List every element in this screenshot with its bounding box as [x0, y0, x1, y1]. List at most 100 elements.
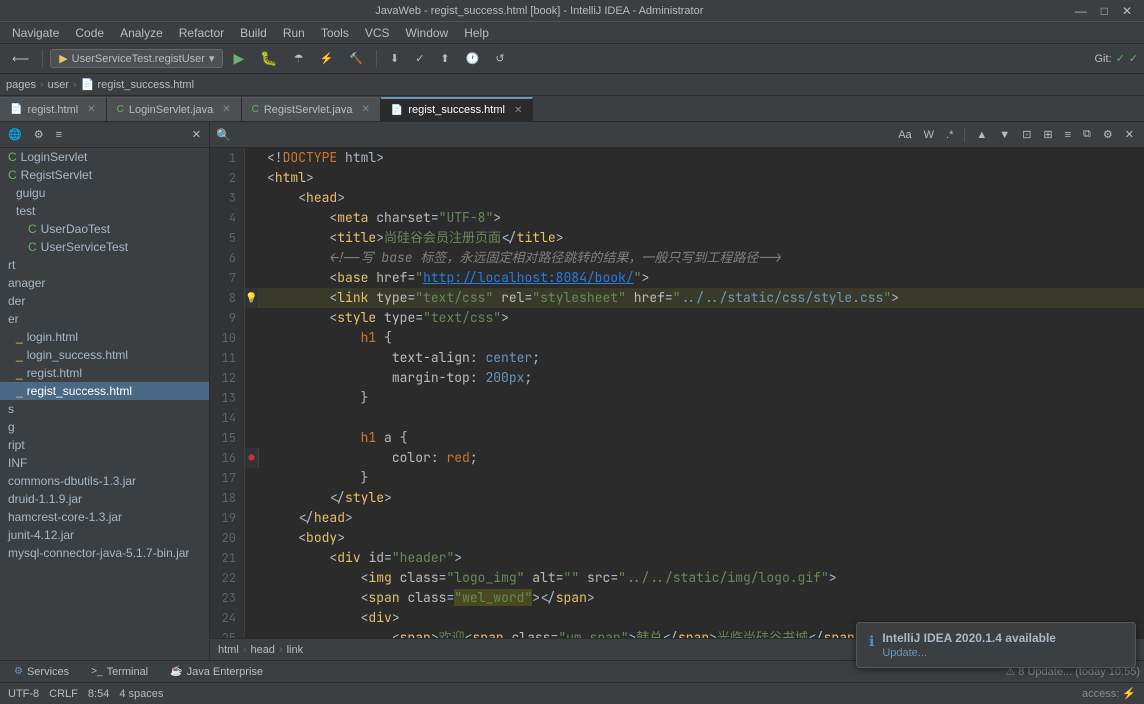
sidebar-settings-btn[interactable]: ⚙ [30, 126, 48, 143]
notification-title: IntelliJ IDEA 2020.1.4 available [882, 631, 1123, 645]
bc-html[interactable]: html [218, 644, 239, 656]
line-num-12: 12 [210, 368, 245, 388]
menu-item-window[interactable]: Window [398, 24, 457, 42]
debug-btn[interactable]: 🐛 [254, 48, 283, 69]
history-btn[interactable]: 🕐 [460, 50, 486, 67]
sidebar-collapse-btn[interactable]: ≡ [52, 127, 66, 143]
sidebar-item-jar1[interactable]: commons-dbutils-1.3.jar [0, 472, 209, 490]
line-code-10: h1 { [259, 328, 1144, 348]
line-code-2: <html> [259, 168, 1144, 188]
menu-item-run[interactable]: Run [275, 24, 313, 42]
sidebar-close-btn[interactable]: ✕ [188, 126, 205, 143]
sidebar-item-inf[interactable]: INF [0, 454, 209, 472]
revert-btn[interactable]: ↺ [489, 50, 510, 67]
sidebar-item-er[interactable]: er [0, 310, 209, 328]
sidebar-item-userdaotest[interactable]: C UserDaoTest [0, 220, 209, 238]
tab-close-regist[interactable]: ✕ [87, 104, 95, 115]
next-btn[interactable]: ▼ [995, 128, 1014, 142]
close-search-btn[interactable]: ✕ [1121, 127, 1138, 142]
menu-item-code[interactable]: Code [67, 24, 112, 42]
filter1-btn[interactable]: ⊡ [1018, 127, 1035, 142]
aa-btn[interactable]: Aa [894, 128, 915, 142]
sidebar-item-login[interactable]: _ login.html [0, 328, 209, 346]
prev-btn[interactable]: ▲ [972, 128, 991, 142]
menu-item-analyze[interactable]: Analyze [112, 24, 171, 42]
menu-item-navigate[interactable]: Navigate [4, 24, 67, 42]
build-btn[interactable]: 🔨 [343, 50, 369, 67]
vcs-commit-btn[interactable]: ✓ [409, 50, 430, 67]
code-area[interactable]: 1 <!DOCTYPE html> 2 <html> 3 <head> 4 [210, 148, 1144, 638]
run-config-dropdown[interactable]: ▶ UserServiceTest.registUser ▾ [50, 49, 223, 68]
sidebar-item-rt[interactable]: rt [0, 256, 209, 274]
line-num-15: 15 [210, 428, 245, 448]
sidebar-item-loginservlet[interactable]: C LoginServlet [0, 148, 209, 166]
services-icon: ⚙ [14, 666, 23, 677]
tab-close-regist-success[interactable]: ✕ [514, 105, 522, 116]
sidebar-item-jar2[interactable]: druid-1.1.9.jar [0, 490, 209, 508]
sidebar-item-guigu[interactable]: guigu [0, 184, 209, 202]
filter4-btn[interactable]: ⧉ [1079, 127, 1095, 142]
line-code-6: <!--写 base 标签，永远固定相对路径跳转的结果，一般只写到工程路径--> [259, 248, 1144, 268]
filter2-btn[interactable]: ⊞ [1039, 127, 1056, 142]
run-btn[interactable]: ▶ [227, 48, 250, 69]
sidebar-item-userservicetest[interactable]: C UserServiceTest [0, 238, 209, 256]
bottom-tab-javaee[interactable]: ☕ Java Enterprise [160, 664, 273, 680]
nav-sep-2: › [73, 79, 77, 91]
sidebar-item-jar5[interactable]: mysql-connector-java-5.1.7-bin.jar [0, 544, 209, 562]
sidebar-item-g[interactable]: g [0, 418, 209, 436]
profile-btn[interactable]: ⚡ [314, 50, 340, 67]
code-line-7: 7 <base href="http://localhost:8084/book… [210, 268, 1144, 288]
sidebar-item-regist[interactable]: _ regist.html [0, 364, 209, 382]
filter3-btn[interactable]: ≡ [1061, 128, 1075, 142]
menu-item-tools[interactable]: Tools [313, 24, 357, 42]
coverage-btn[interactable]: ☂ [288, 50, 310, 67]
close-btn[interactable]: ✕ [1118, 4, 1136, 18]
notification-action[interactable]: Update... [882, 647, 1123, 659]
minimize-btn[interactable]: — [1071, 4, 1091, 18]
status-crlf: CRLF [49, 688, 78, 700]
tab-loginservlet[interactable]: C LoginServlet.java ✕ [107, 97, 242, 121]
git-check-icon: ✓ [1129, 52, 1138, 65]
sidebar-globe-btn[interactable]: 🌐 [4, 126, 26, 143]
git-section: Git: ✓ ✓ [1094, 52, 1138, 65]
menu-item-build[interactable]: Build [232, 24, 275, 42]
nav-part-user[interactable]: user [48, 79, 69, 91]
toolbar-btn-1[interactable]: ⟵ [6, 50, 35, 68]
sidebar-item-s[interactable]: s [0, 400, 209, 418]
bottom-tab-terminal[interactable]: >_ Terminal [81, 664, 158, 680]
tab-regist[interactable]: 📄 regist.html ✕ [0, 97, 107, 121]
settings-btn[interactable]: ⚙ [1099, 127, 1117, 142]
tab-close-loginservlet[interactable]: ✕ [222, 104, 230, 115]
line-code-3: <head> [259, 188, 1144, 208]
w-btn[interactable]: W [920, 128, 938, 142]
bc-head[interactable]: head [250, 644, 274, 656]
bc-link[interactable]: link [287, 644, 304, 656]
bottom-tab-services[interactable]: ⚙ Services [4, 664, 79, 680]
sidebar-item-regist-success[interactable]: _ regist_success.html [0, 382, 209, 400]
line-num-16: 16 [210, 448, 245, 468]
tab-regist-success[interactable]: 📄 regist_success.html ✕ [381, 97, 533, 121]
tab-close-registservlet[interactable]: ✕ [362, 104, 370, 115]
vcs-push-btn[interactable]: ⬆ [434, 50, 455, 67]
menu-item-vcs[interactable]: VCS [357, 24, 398, 42]
tab-registservlet[interactable]: C RegistServlet.java ✕ [242, 97, 381, 121]
regex-btn[interactable]: .* [942, 128, 957, 142]
sidebar-item-anager[interactable]: anager [0, 274, 209, 292]
sidebar-item-jar4[interactable]: junit-4.12.jar [0, 526, 209, 544]
run-config-icon: ▶ [59, 52, 67, 65]
editor-toolbar: 🔍 Aa W .* ▲ ▼ ⊡ ⊞ ≡ ⧉ ⚙ ✕ [210, 122, 1144, 148]
menu-item-refactor[interactable]: Refactor [171, 24, 232, 42]
nav-part-pages[interactable]: pages [6, 79, 36, 91]
line-code-16: color: red; [259, 448, 1144, 468]
sidebar-item-registservlet[interactable]: C RegistServlet [0, 166, 209, 184]
nav-part-filename[interactable]: regist_success.html [97, 79, 194, 91]
maximize-btn[interactable]: □ [1097, 4, 1112, 18]
sidebar-item-der[interactable]: der [0, 292, 209, 310]
menu-item-help[interactable]: Help [456, 24, 497, 42]
sidebar-item-test[interactable]: test [0, 202, 209, 220]
code-line-15: 15 h1 a { [210, 428, 1144, 448]
sidebar-item-login-success[interactable]: _ login_success.html [0, 346, 209, 364]
sidebar-item-jar3[interactable]: hamcrest-core-1.3.jar [0, 508, 209, 526]
vcs-update-btn[interactable]: ⬇ [384, 50, 405, 67]
sidebar-item-ript[interactable]: ript [0, 436, 209, 454]
